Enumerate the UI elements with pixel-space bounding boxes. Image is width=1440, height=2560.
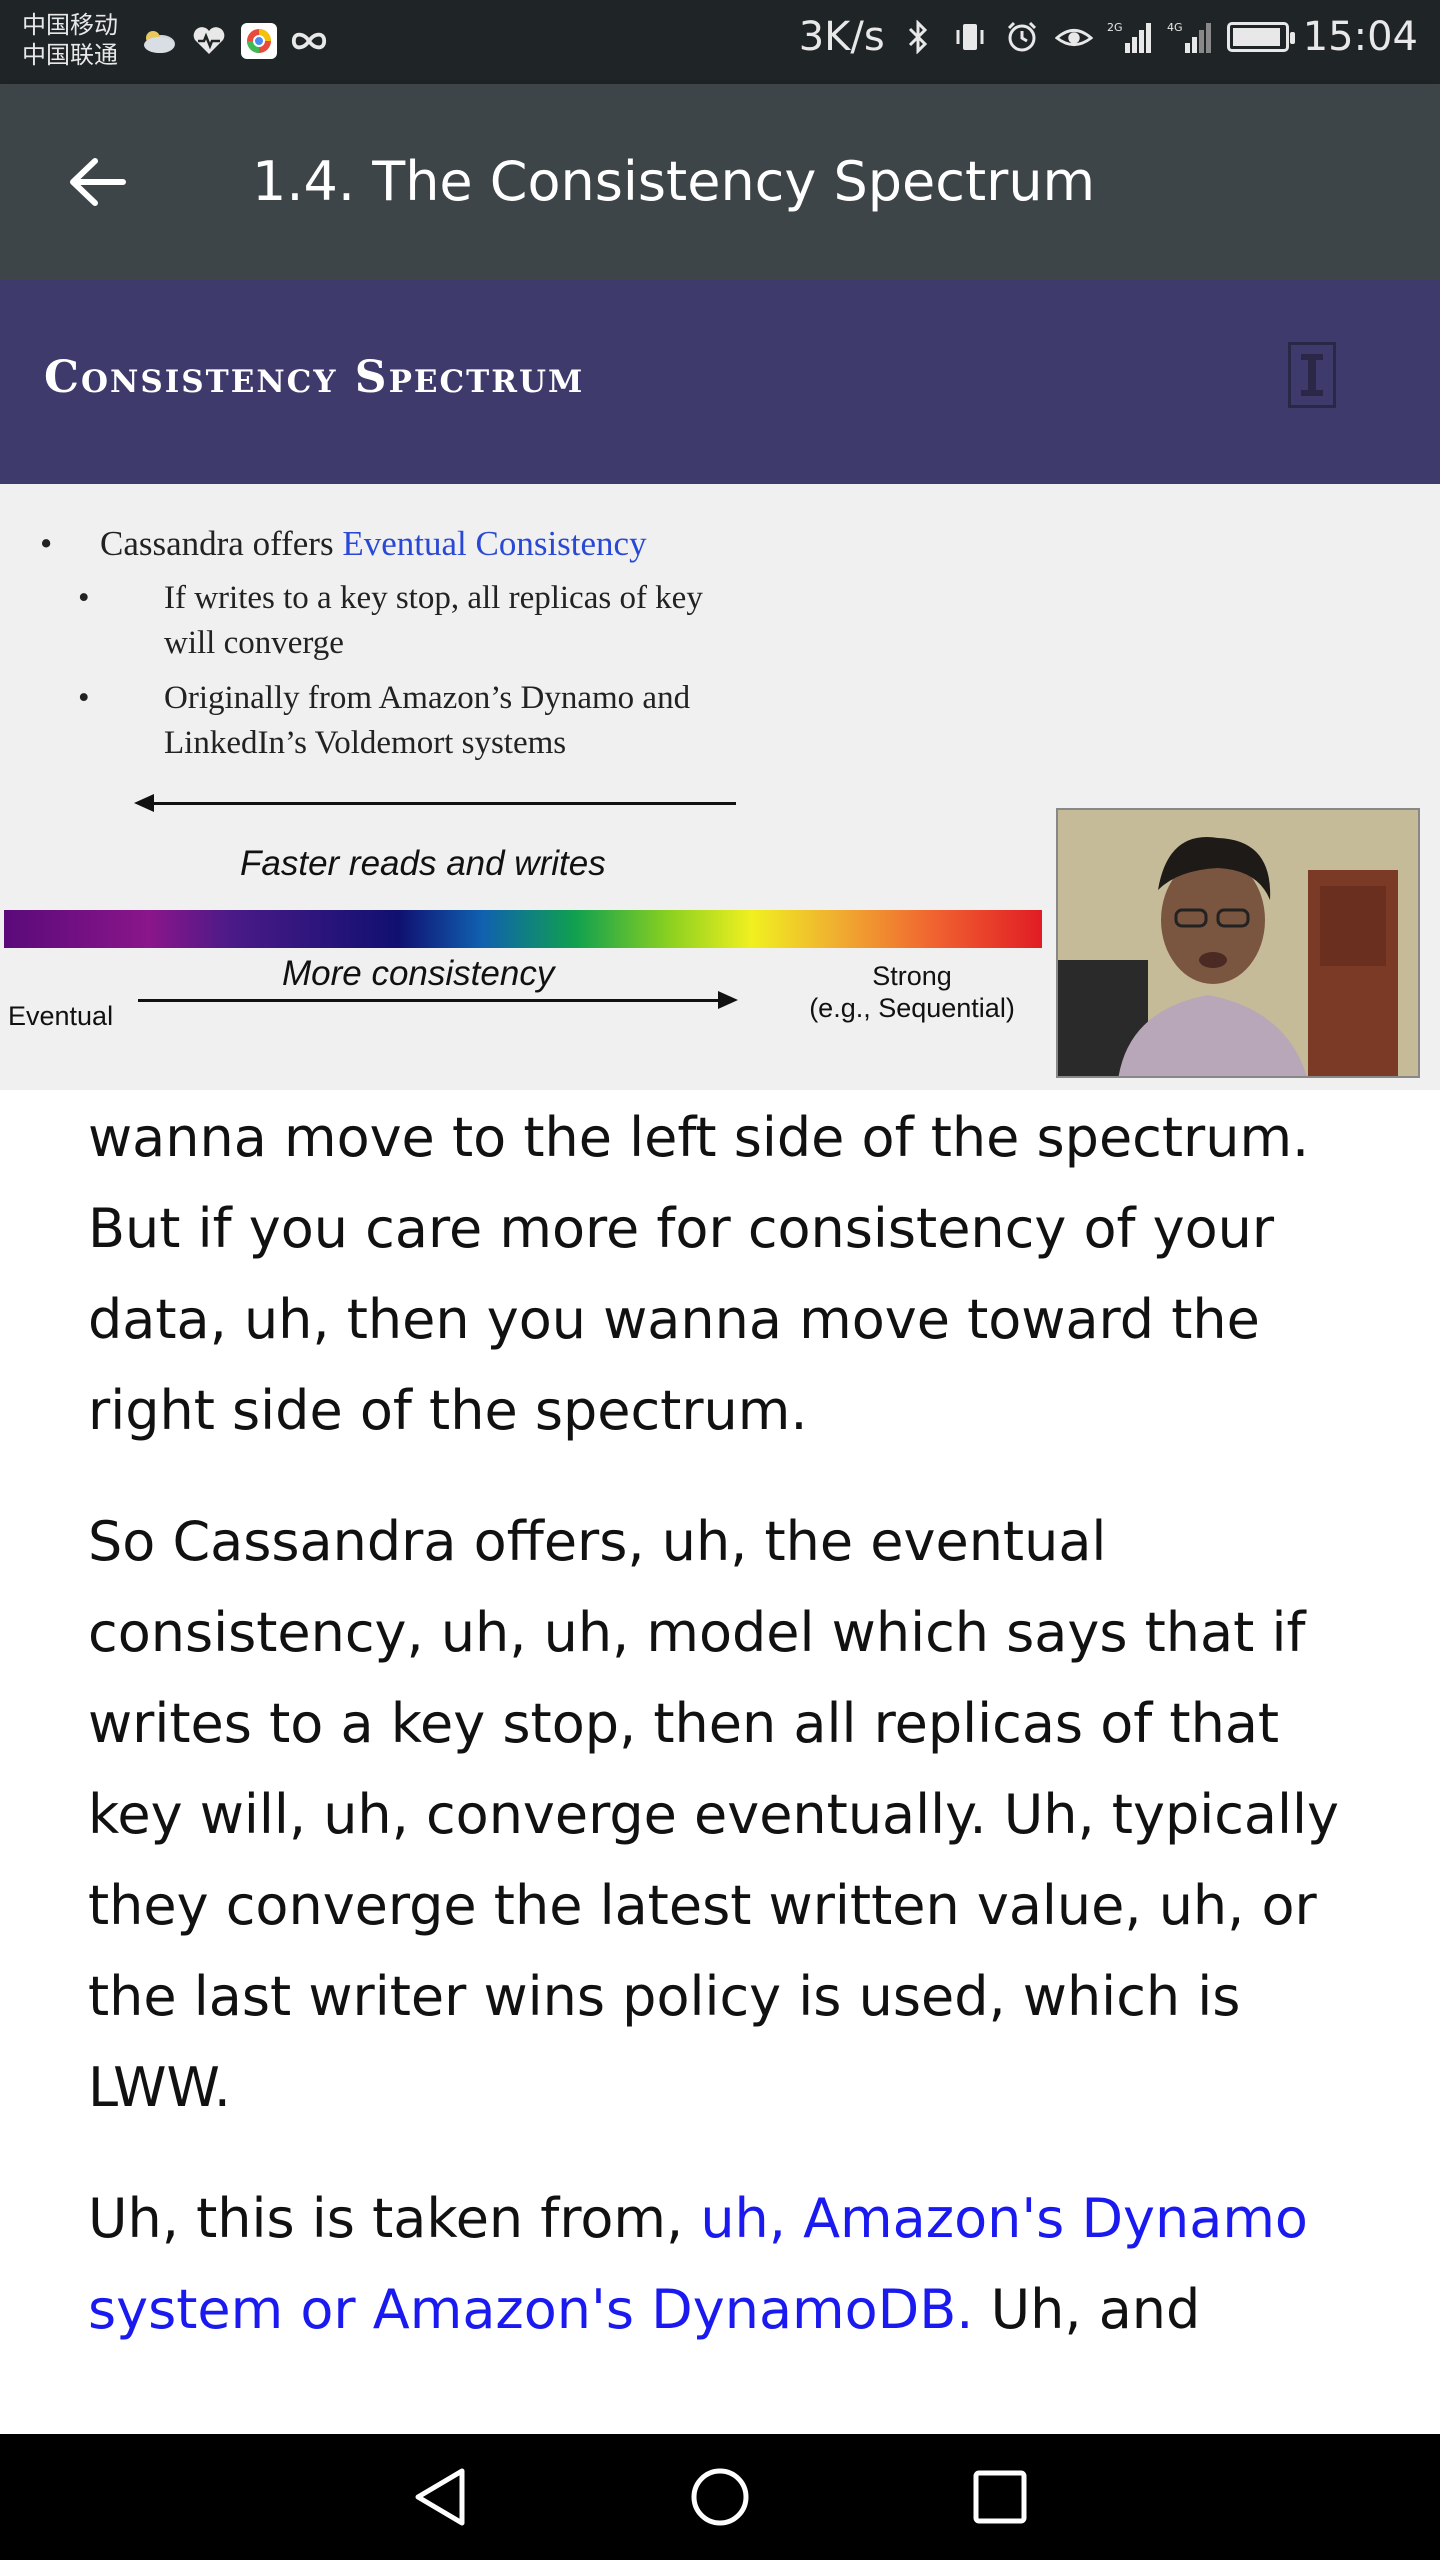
- eye-care-icon: [1054, 18, 1093, 56]
- arrow-faster-line: [150, 802, 736, 805]
- nav-recents-button[interactable]: [960, 2460, 1040, 2534]
- arrow-left-icon: [70, 158, 126, 206]
- presenter-webcam: [1056, 808, 1420, 1078]
- slide-header: Consistency Spectrum: [0, 280, 1440, 484]
- transcript-text: Uh, this is taken from,: [88, 2187, 701, 2250]
- carrier-1: 中国移动: [22, 11, 118, 39]
- bullet-dot: •: [78, 580, 90, 616]
- bullet-main-text: Cassandra offers: [100, 524, 343, 563]
- clock: 15:04: [1302, 14, 1418, 60]
- transcript: wanna move to the left side of the spect…: [88, 1090, 1378, 2434]
- sub-bullet-1-line-1: If writes to a key stop, all replicas of…: [164, 580, 703, 616]
- browser-app-icon: [240, 22, 278, 60]
- system-nav-bar: [0, 2434, 1440, 2560]
- spectrum-gradient-bar: [4, 910, 1042, 948]
- transcript-paragraph: wanna move to the left side of the spect…: [88, 1106, 1310, 1442]
- nav-home-button[interactable]: [680, 2460, 760, 2534]
- health-heart-icon: [190, 22, 228, 60]
- slide-title: Consistency Spectrum: [44, 352, 585, 403]
- infinity-icon: [290, 22, 328, 60]
- page-title: 1.4. The Consistency Spectrum: [252, 150, 1096, 213]
- faster-label: Faster reads and writes: [240, 844, 606, 883]
- slide-sub-bullet-1: • If writes to a key stop, all replicas …: [78, 576, 703, 666]
- consistency-spectrum-diagram: Faster reads and writes More consistency…: [0, 794, 1060, 1090]
- back-triangle-icon: [415, 2468, 465, 2526]
- transcript-paragraph: So Cassandra offers, uh, the eventual co…: [88, 1510, 1339, 2119]
- nav-back-button[interactable]: [400, 2460, 480, 2534]
- signal-4g-icon: 4G: [1167, 18, 1213, 56]
- transcript-paragraph: Uh, this is taken from, uh, Amazon's Dyn…: [88, 2173, 1378, 2355]
- carrier-2: 中国联通: [22, 41, 118, 69]
- bullet-dot: •: [78, 680, 90, 716]
- status-bar: 中国移动 中国联通 3K/s 2G 4G 15:04: [0, 0, 1440, 84]
- home-circle-icon: [691, 2468, 749, 2526]
- vibrate-icon: [951, 18, 989, 56]
- carrier-labels: 中国移动 中国联通: [22, 10, 118, 70]
- weather-cloud-icon: [140, 22, 178, 60]
- status-right-group: 3K/s 2G 4G 15:04: [799, 14, 1418, 60]
- slide-sub-bullet-2: • Originally from Amazon’s Dynamo and Li…: [78, 676, 691, 766]
- strong-label-line-2: (e.g., Sequential): [809, 993, 1015, 1023]
- sub-bullet-2-line-2: LinkedIn’s Voldemort systems: [164, 725, 567, 761]
- transcript-text: Uh, and: [973, 2278, 1201, 2341]
- bullet-main-highlight: Eventual Consistency: [342, 524, 647, 563]
- strong-label-line-1: Strong: [872, 961, 952, 991]
- alarm-icon: [1003, 18, 1041, 56]
- arrow-right-head: [718, 991, 738, 1009]
- strong-label: Strong (e.g., Sequential): [802, 960, 1022, 1024]
- battery-icon: [1226, 22, 1295, 52]
- presenter-image: [1058, 810, 1418, 1076]
- consistency-label: More consistency: [282, 954, 555, 993]
- svg-text:4G: 4G: [1167, 21, 1183, 34]
- notification-icons: [140, 22, 328, 60]
- video-player[interactable]: Consistency Spectrum • Cassandra offers …: [0, 280, 1440, 1090]
- bullet-dot: •: [40, 524, 53, 563]
- signal-2g-icon: 2G: [1107, 18, 1153, 56]
- back-button[interactable]: [52, 146, 142, 218]
- app-bar: 1.4. The Consistency Spectrum: [0, 84, 1440, 280]
- university-logo-icon: [1288, 342, 1336, 408]
- sub-bullet-2-line-1: Originally from Amazon’s Dynamo and: [164, 680, 691, 716]
- network-speed: 3K/s: [798, 14, 885, 60]
- sub-bullet-1-line-2: will converge: [164, 625, 344, 661]
- arrow-consistency-line: [138, 999, 720, 1002]
- battery-fill: [1232, 28, 1281, 46]
- recents-square-icon: [973, 2470, 1027, 2524]
- svg-text:2G: 2G: [1107, 21, 1123, 34]
- eventual-label: Eventual: [8, 1001, 114, 1031]
- slide-bullet-main: • Cassandra offers Eventual Consistency: [40, 524, 647, 564]
- bluetooth-icon: [899, 18, 937, 56]
